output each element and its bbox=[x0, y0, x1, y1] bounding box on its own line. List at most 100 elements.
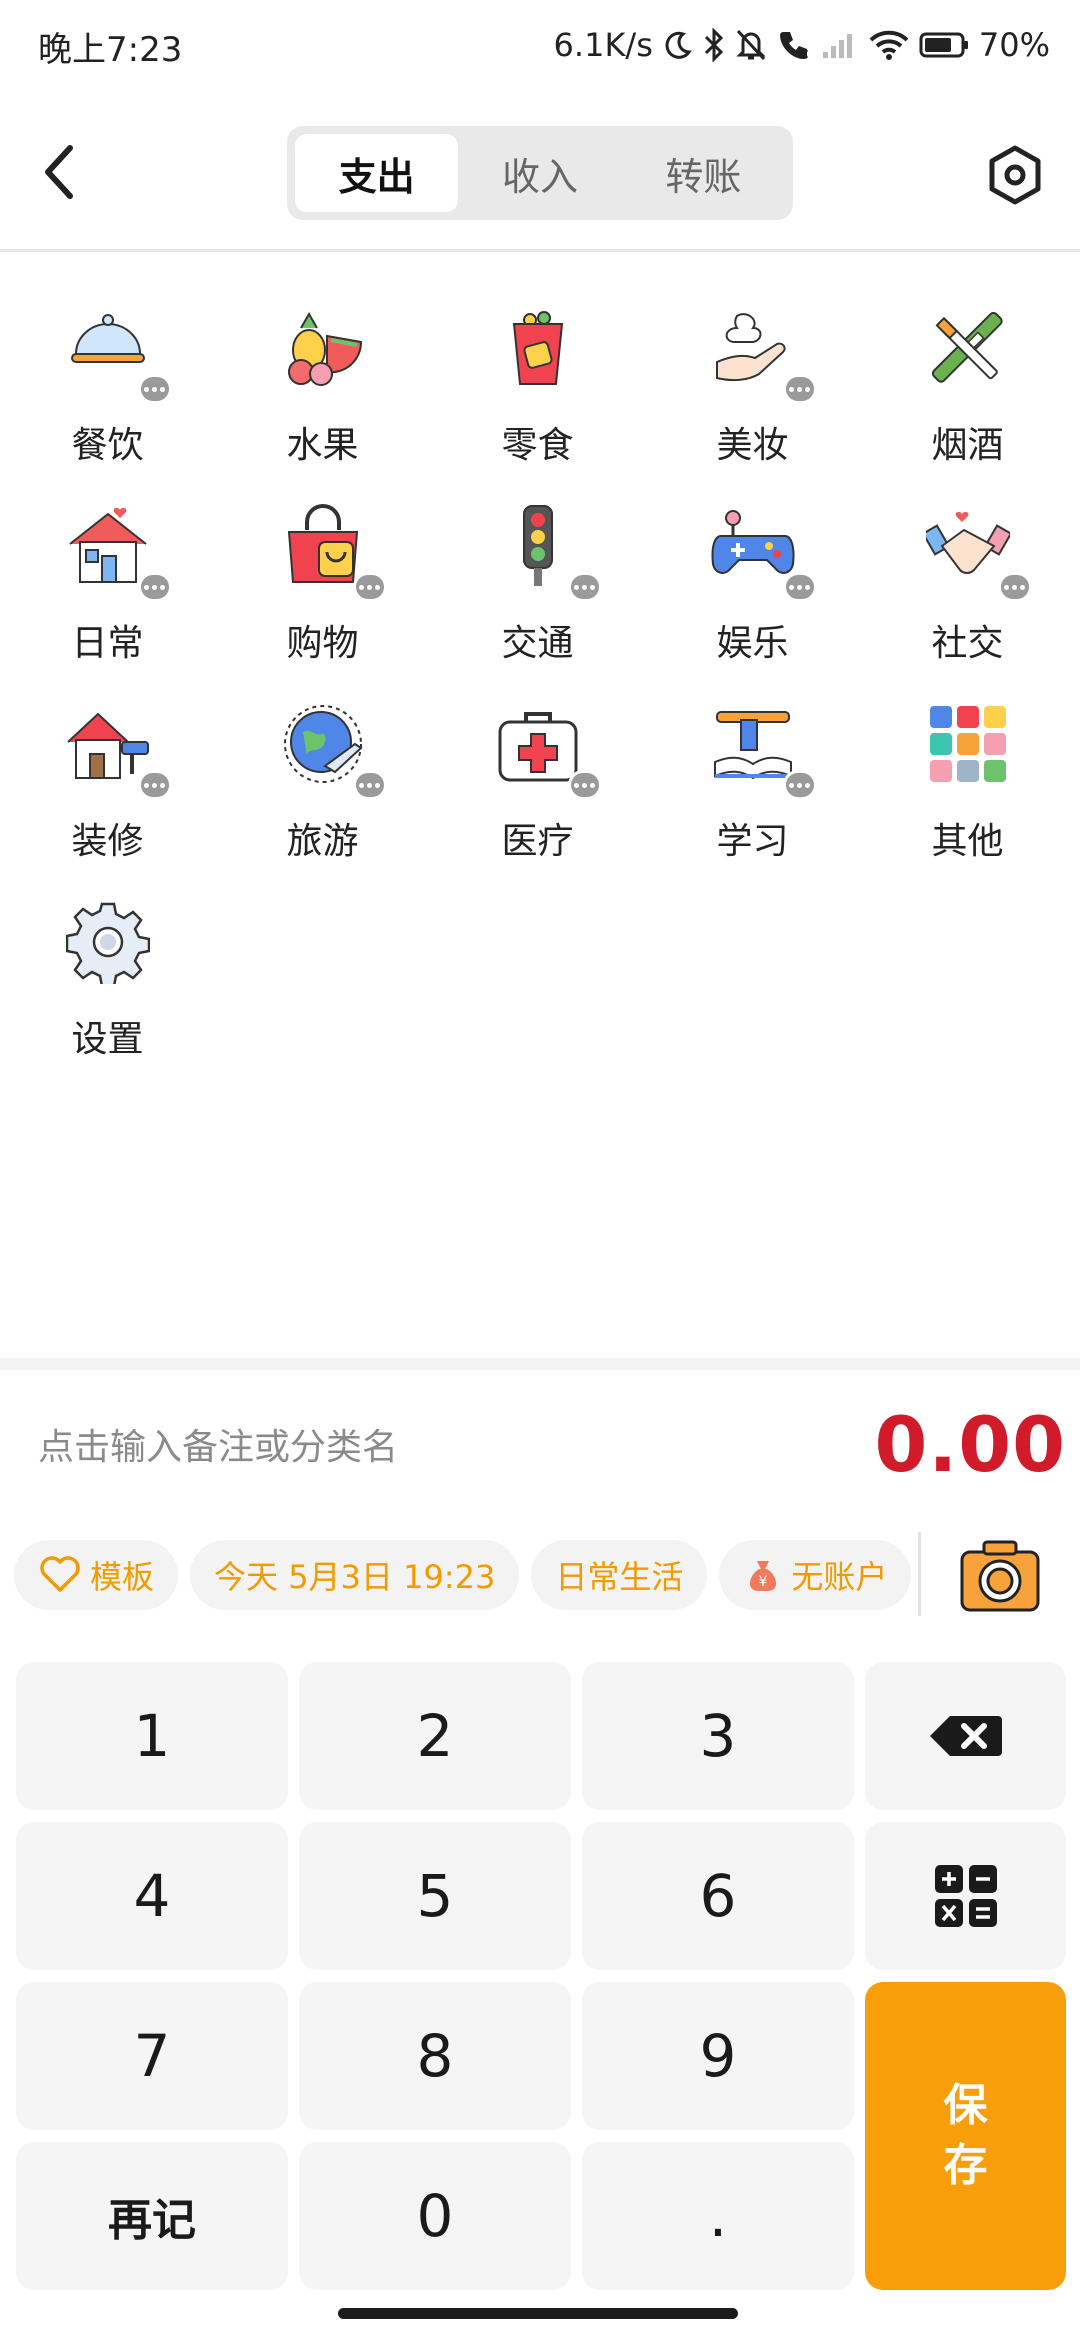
bell-off-icon bbox=[736, 29, 766, 61]
back-button[interactable] bbox=[36, 142, 86, 202]
key-1[interactable]: 1 bbox=[16, 1662, 288, 1810]
more-options-icon[interactable] bbox=[782, 572, 817, 602]
category-snacks[interactable]: 零食 bbox=[430, 300, 645, 470]
key-0[interactable]: 0 bbox=[299, 2142, 571, 2290]
category-tobacco-alcohol[interactable]: 烟酒 bbox=[860, 300, 1075, 470]
svg-text:¥: ¥ bbox=[759, 1574, 768, 1590]
key-7[interactable]: 7 bbox=[16, 1982, 288, 2130]
save-label-1: 保 bbox=[943, 2080, 988, 2131]
number-keypad: 1 2 3 4 5 6 7 8 9 再记 0 . 保 存 bbox=[16, 1662, 1066, 2292]
header: 支出 收入 转账 bbox=[0, 92, 1080, 252]
category-other[interactable]: 其他 bbox=[860, 696, 1075, 866]
more-options-icon[interactable] bbox=[782, 770, 817, 800]
key-5[interactable]: 5 bbox=[299, 1822, 571, 1970]
home-indicator[interactable] bbox=[338, 2308, 738, 2319]
category-settings[interactable]: 设置 bbox=[0, 894, 215, 1064]
tab-transfer[interactable]: 转账 bbox=[622, 134, 785, 212]
ledger-chip[interactable]: 日常生活 bbox=[531, 1540, 708, 1610]
tab-income[interactable]: 收入 bbox=[458, 134, 621, 212]
bottle-cigarette-icon bbox=[931, 311, 1003, 383]
template-chip[interactable]: 模板 bbox=[14, 1540, 179, 1610]
category-beauty[interactable]: 美妆 bbox=[645, 300, 860, 470]
category-label: 美妆 bbox=[716, 425, 789, 466]
save-label-2: 存 bbox=[943, 2140, 988, 2191]
category-fruit[interactable]: 水果 bbox=[215, 300, 430, 470]
category-label: 医疗 bbox=[501, 821, 574, 862]
net-speed: 6.1K/s bbox=[553, 26, 653, 64]
category-label: 餐饮 bbox=[71, 425, 144, 466]
category-label: 水果 bbox=[286, 425, 359, 466]
cream-hand-icon bbox=[715, 313, 786, 382]
signal-icon bbox=[822, 34, 852, 58]
category-social[interactable]: 社交 bbox=[860, 498, 1075, 668]
save-button[interactable]: 保 存 bbox=[865, 1982, 1066, 2290]
account-chip[interactable]: ¥ 无账户 bbox=[719, 1540, 912, 1610]
category-transport[interactable]: 交通 bbox=[430, 498, 645, 668]
template-label: 模板 bbox=[90, 1558, 155, 1596]
key-3[interactable]: 3 bbox=[582, 1662, 854, 1810]
gear-icon bbox=[65, 902, 150, 984]
category-label: 零食 bbox=[501, 425, 574, 466]
camera-icon bbox=[960, 1540, 1040, 1612]
category-shopping[interactable]: 购物 bbox=[215, 498, 430, 668]
camera-button[interactable] bbox=[958, 1532, 1042, 1616]
shopping-bag-icon bbox=[287, 504, 358, 583]
category-label: 旅游 bbox=[286, 821, 359, 862]
status-bar: 晚上7:23 6.1K/s 70% bbox=[0, 0, 1080, 92]
record-again-key[interactable]: 再记 bbox=[16, 2142, 288, 2290]
category-label: 设置 bbox=[71, 1019, 144, 1060]
status-time: 晚上7:23 bbox=[38, 30, 183, 70]
key-8[interactable]: 8 bbox=[299, 1982, 571, 2130]
chips-divider bbox=[918, 1532, 921, 1616]
ledger-label: 日常生活 bbox=[555, 1558, 684, 1596]
category-label: 学习 bbox=[716, 821, 789, 862]
key-6[interactable]: 6 bbox=[582, 1822, 854, 1970]
option-chips: 模板 今天 5月3日 19:23 日常生活 ¥ 无账户 bbox=[14, 1540, 912, 1610]
chevron-left-icon bbox=[45, 145, 73, 199]
category-entertainment[interactable]: 娱乐 bbox=[645, 498, 860, 668]
account-label: 无账户 bbox=[791, 1558, 888, 1596]
category-medical[interactable]: 医疗 bbox=[430, 696, 645, 866]
more-options-icon[interactable] bbox=[352, 770, 387, 800]
handshake-icon bbox=[925, 511, 1010, 574]
hexagon-settings-icon bbox=[989, 145, 1041, 205]
first-aid-kit-icon bbox=[498, 712, 577, 782]
category-label: 装修 bbox=[71, 821, 144, 862]
key-2[interactable]: 2 bbox=[299, 1662, 571, 1810]
tab-expense[interactable]: 支出 bbox=[295, 134, 459, 212]
color-grid-icon bbox=[929, 706, 1006, 782]
section-divider bbox=[0, 1358, 1080, 1370]
key-9[interactable]: 9 bbox=[582, 1982, 854, 2130]
more-options-icon[interactable] bbox=[137, 770, 172, 800]
more-options-icon[interactable] bbox=[137, 572, 172, 602]
category-label: 社交 bbox=[931, 623, 1004, 664]
key-4[interactable]: 4 bbox=[16, 1822, 288, 1970]
more-options-icon[interactable] bbox=[567, 770, 602, 800]
category-study[interactable]: 学习 bbox=[645, 696, 860, 866]
settings-button[interactable] bbox=[980, 140, 1050, 210]
datetime-label: 今天 5月3日 19:23 bbox=[214, 1558, 496, 1596]
datetime-chip[interactable]: 今天 5月3日 19:23 bbox=[190, 1540, 520, 1610]
key-decimal[interactable]: . bbox=[582, 2142, 854, 2290]
wifi-icon bbox=[869, 30, 909, 60]
backspace-icon bbox=[929, 1716, 1002, 1756]
gamepad-icon bbox=[711, 510, 794, 574]
amount-display: 0.00 bbox=[874, 1400, 1066, 1489]
category-dining[interactable]: 餐饮 bbox=[0, 300, 215, 470]
moon-icon bbox=[665, 31, 692, 59]
more-options-icon[interactable] bbox=[567, 572, 602, 602]
backspace-key[interactable] bbox=[865, 1662, 1066, 1810]
category-travel[interactable]: 旅游 bbox=[215, 696, 430, 866]
more-options-icon[interactable] bbox=[782, 374, 817, 404]
category-daily[interactable]: 日常 bbox=[0, 498, 215, 668]
calculator-key[interactable] bbox=[865, 1822, 1066, 1970]
note-input[interactable]: 点击输入备注或分类名 bbox=[38, 1418, 398, 1470]
more-options-icon[interactable] bbox=[997, 572, 1032, 602]
category-renovation[interactable]: 装修 bbox=[0, 696, 215, 866]
paint-house-icon bbox=[66, 712, 149, 779]
type-segmented-control: 支出 收入 转账 bbox=[287, 126, 793, 220]
more-options-icon[interactable] bbox=[352, 572, 387, 602]
fruit-icon bbox=[287, 311, 362, 386]
globe-plane-icon bbox=[283, 705, 363, 783]
more-options-icon[interactable] bbox=[137, 374, 172, 404]
